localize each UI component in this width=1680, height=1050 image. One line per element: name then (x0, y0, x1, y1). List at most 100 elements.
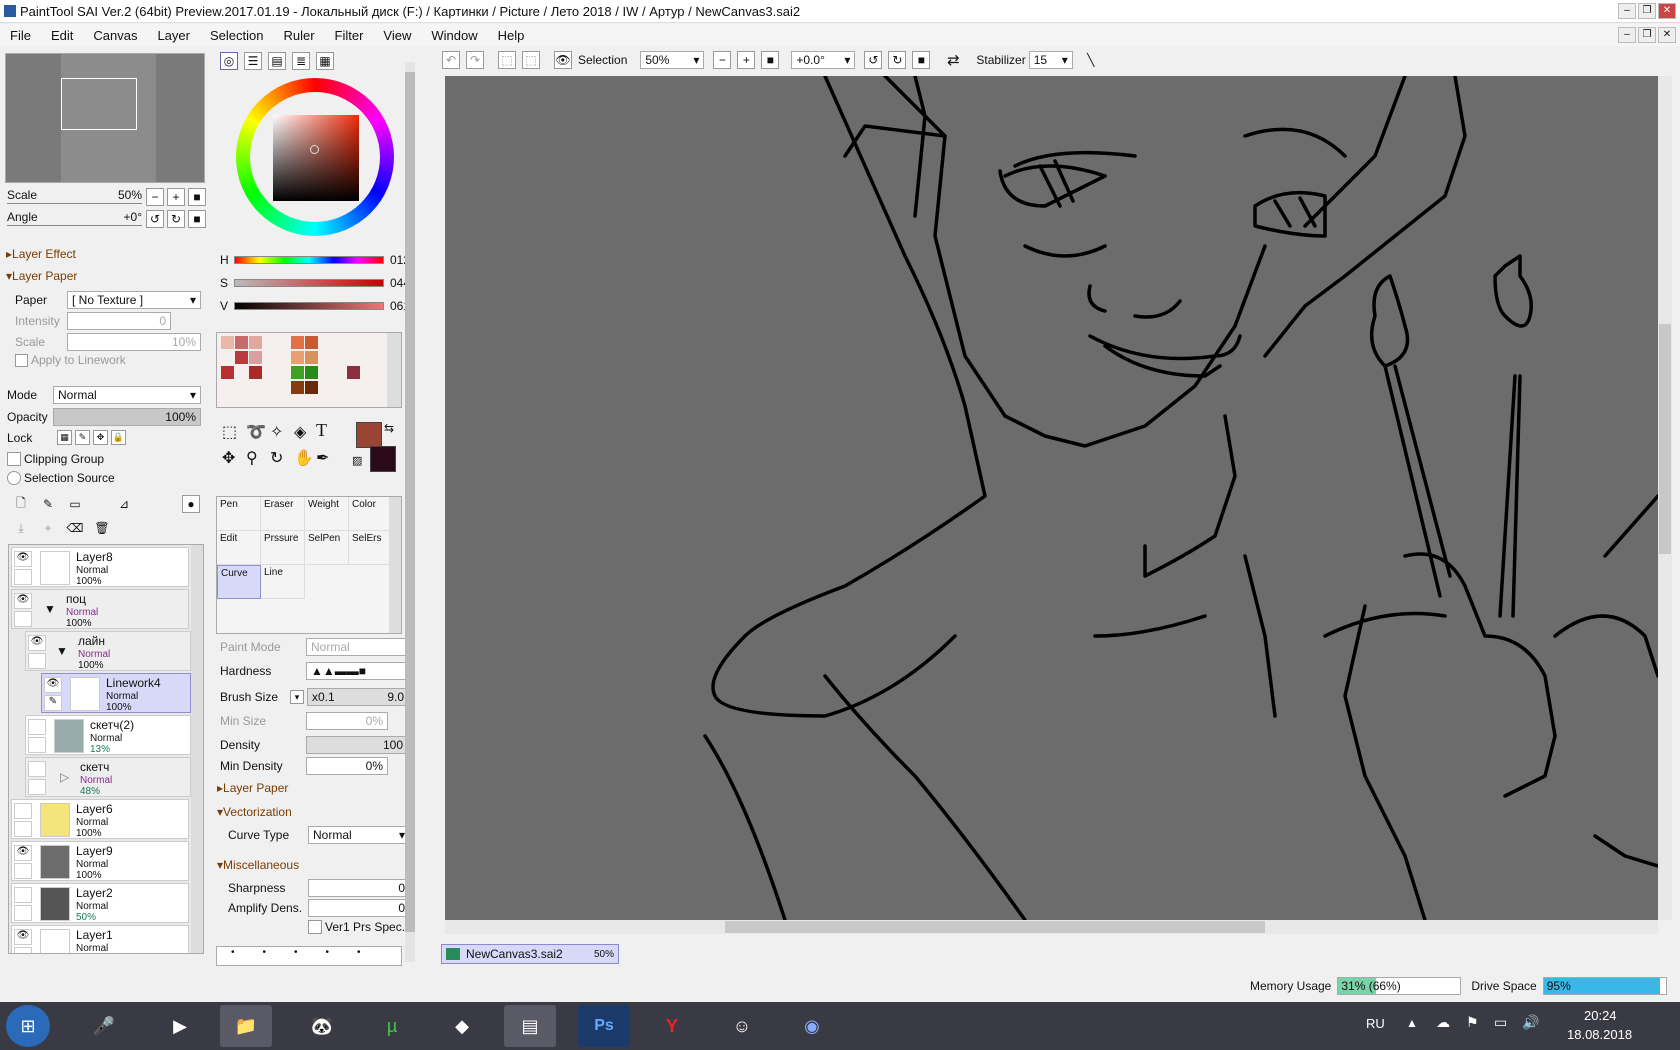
intensity-field[interactable]: 0 (67, 312, 171, 330)
eye-icon[interactable]: 👁 (44, 677, 62, 693)
brush-size-slider[interactable]: x0.1 9.0 (307, 688, 409, 706)
sharpness-field[interactable]: 0 (308, 879, 410, 897)
eye-visibility-toggle[interactable] (28, 719, 46, 735)
paper-select[interactable]: [ No Texture ] ▾ (67, 291, 201, 309)
swatches-scrollbar[interactable] (387, 333, 401, 407)
angle-slider[interactable] (7, 225, 142, 226)
move-icon[interactable]: ✥ (222, 448, 235, 468)
canvas-rotate-ccw-button[interactable]: ↺ (864, 51, 883, 69)
menu-filter[interactable]: Filter (325, 28, 374, 43)
swatches-list-icon[interactable]: ≣ (292, 52, 310, 70)
canvas-rotate-reset-button[interactable]: ■ (912, 51, 931, 69)
menu-window[interactable]: Window (421, 28, 487, 43)
folder-expand-icon[interactable]: ▼ (56, 644, 68, 658)
menu-ruler[interactable]: Ruler (273, 28, 324, 43)
layer-folder[interactable]: 👁 ▼ лайн Normal 100% (25, 631, 191, 671)
rgb-slider-icon[interactable]: ☰ (244, 52, 262, 70)
saturation-value-square[interactable] (273, 115, 359, 201)
tool-selers[interactable]: SelErs (349, 531, 393, 565)
color-swatches[interactable] (216, 332, 402, 408)
new-folder-icon[interactable]: ▭ (66, 495, 84, 513)
eye-visibility-toggle[interactable] (14, 803, 32, 819)
document-tab[interactable]: NewCanvas3.sai2 50% (441, 944, 619, 964)
lock-move-icon[interactable]: ✥ (93, 430, 108, 445)
layer-lock-toggle[interactable] (28, 653, 46, 669)
invert-select-icon[interactable]: ⬚ (522, 51, 540, 69)
miscellaneous-section[interactable]: Miscellaneous (223, 858, 299, 872)
layer-lock-toggle[interactable] (14, 905, 32, 921)
navigator[interactable] (5, 53, 205, 183)
transform-icon[interactable]: ⊿ (115, 495, 133, 513)
tool-line[interactable]: Line (261, 565, 305, 599)
hue-slider[interactable] (234, 256, 384, 264)
chevron-down-icon[interactable]: ▾ (290, 690, 304, 704)
layer-item[interactable]: 👁 Layer1 Normal (11, 925, 189, 953)
menu-view[interactable]: View (373, 28, 421, 43)
file-explorer-icon[interactable]: 📁 (220, 1005, 272, 1047)
layer-paper-section[interactable]: Layer Paper (12, 269, 77, 283)
stabilizer-select[interactable]: 15 ▾ (1028, 51, 1073, 69)
tool-eraser[interactable]: Eraser (261, 497, 305, 531)
color-wheel-icon[interactable]: ◎ (220, 52, 238, 70)
scale-slider[interactable] (7, 203, 142, 204)
start-button[interactable]: ⊞ (6, 1005, 50, 1047)
canvas-zoom-reset-button[interactable]: ■ (761, 51, 780, 69)
close-button[interactable]: ✕ (1658, 3, 1676, 19)
eye-icon[interactable]: 👁 (14, 551, 32, 567)
tool-selpen[interactable]: SelPen (305, 531, 349, 565)
selection-source-radio[interactable] (7, 471, 21, 485)
menu-help[interactable]: Help (488, 28, 535, 43)
rect-select-icon[interactable]: ⬚ (222, 422, 237, 442)
layer-lock-toggle[interactable] (14, 569, 32, 585)
min-size-field[interactable]: 0% (306, 712, 388, 730)
layer-item[interactable]: Layer2 Normal 50% (11, 883, 189, 923)
redo-icon[interactable]: ↷ (466, 51, 484, 69)
new-layer-icon[interactable]: 🗋 (12, 495, 30, 513)
doc-restore-button[interactable]: ❐ (1638, 27, 1656, 43)
foreground-color[interactable] (356, 422, 382, 448)
rotate-reset-button[interactable]: ■ (188, 210, 206, 228)
menu-selection[interactable]: Selection (200, 28, 273, 43)
layer-list-scrollbar[interactable] (191, 545, 203, 953)
value-slider[interactable] (234, 302, 384, 310)
cortana-icon[interactable]: 🎤 (78, 1005, 130, 1047)
menu-canvas[interactable]: Canvas (83, 28, 147, 43)
eye-visibility-toggle[interactable] (28, 761, 46, 777)
panda-app-icon[interactable]: 🐼 (296, 1005, 348, 1047)
eyedropper-icon[interactable]: ✒ (316, 448, 329, 468)
lock-paint-icon[interactable]: ✎ (75, 430, 90, 445)
weather-icon[interactable]: ☁ (1436, 1014, 1450, 1031)
swap-colors-icon[interactable]: ⇆ (384, 421, 394, 435)
show-selection-icon[interactable]: 👁 (554, 51, 572, 69)
folder-expand-icon[interactable]: ▷ (60, 770, 69, 784)
merge-icon[interactable]: + (39, 519, 57, 537)
mask-icon[interactable]: ● (182, 495, 200, 513)
tool-color[interactable]: Color (349, 497, 393, 531)
canvas-zoom-out-button[interactable]: − (713, 51, 732, 69)
curve-type-select[interactable]: Normal ▾ (308, 826, 410, 844)
eye-icon[interactable]: 👁 (14, 845, 32, 861)
zoom-in-button[interactable]: + (167, 188, 185, 206)
tool-panel-scrollbar[interactable] (405, 62, 415, 962)
density-slider[interactable]: 100 (306, 736, 408, 754)
layer-lock-toggle[interactable] (28, 737, 46, 753)
canvas-rotate-cw-button[interactable]: ↻ (888, 51, 907, 69)
volume-icon[interactable]: 🔊 (1522, 1014, 1539, 1031)
layer-item-selected[interactable]: 👁 ✎ Linework4 Normal 100% (41, 673, 191, 713)
tool-pressure[interactable]: Prssure (261, 531, 305, 565)
flip-horizontal-icon[interactable]: ⇄ (944, 51, 962, 69)
folder-expand-icon[interactable]: ▼ (44, 602, 56, 616)
background-color[interactable] (370, 446, 396, 472)
layer-lock-toggle[interactable] (14, 863, 32, 879)
menu-edit[interactable]: Edit (41, 28, 83, 43)
doc-close-button[interactable]: ✕ (1658, 27, 1676, 43)
lasso-icon[interactable]: ➰ (246, 422, 266, 442)
discord-icon[interactable]: ◉ (786, 1005, 838, 1047)
lock-all-icon[interactable]: 🔒 (111, 430, 126, 445)
layer-item[interactable]: Layer6 Normal 100% (11, 799, 189, 839)
magic-wand-icon[interactable]: ✧ (270, 422, 283, 442)
layer-item[interactable]: 👁 Layer9 Normal 100% (11, 841, 189, 881)
zoom-icon[interactable]: ⚲ (246, 448, 258, 468)
tool-grid-scrollbar[interactable] (389, 497, 401, 633)
ver1-pressure-checkbox[interactable] (308, 920, 322, 934)
